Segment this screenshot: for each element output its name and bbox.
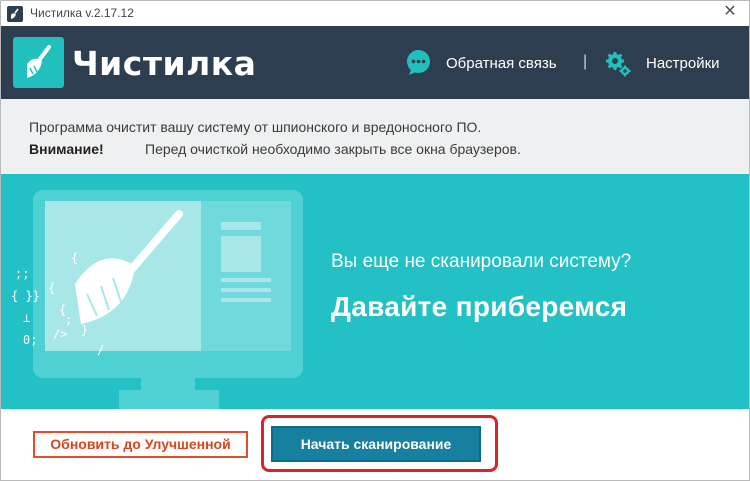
svg-text:/>: /> — [53, 327, 67, 341]
svg-text:;;: ;; — [15, 267, 29, 281]
hero-question: Вы еще не сканировали систему? — [331, 251, 632, 272]
app-window: Чистилка v.2.17.12 ✕ Чистилка Обратная с… — [0, 0, 750, 481]
settings-link[interactable]: Настройки — [646, 55, 720, 72]
svg-text:{: { — [71, 251, 78, 265]
svg-text:;: ; — [65, 313, 72, 327]
hero-call-to-action: Давайте приберемся — [331, 291, 628, 322]
monitor-broom-illustration: { }} { ⊥ { ; 0; /> } / ;; { — [11, 190, 303, 409]
chat-bubble-icon[interactable] — [405, 49, 432, 76]
notice-description: Программа очистит вашу систему от шпионс… — [29, 119, 482, 135]
header-bar: Чистилка Обратная связь | Настройки — [1, 26, 749, 99]
svg-text:}: } — [81, 323, 88, 337]
broom-app-icon — [7, 6, 23, 22]
svg-text:0;: 0; — [23, 333, 37, 347]
window-title: Чистилка v.2.17.12 — [30, 6, 134, 20]
notice-warning-label: Внимание! — [29, 141, 104, 157]
gears-icon[interactable] — [604, 50, 632, 78]
notice-panel: Программа очистит вашу систему от шпионс… — [1, 99, 749, 174]
logo-text: Чистилка — [72, 44, 257, 83]
svg-text:⊥: ⊥ — [23, 311, 30, 325]
hero-banner: { }} { ⊥ { ; 0; /> } / ;; { Вы еще не ск… — [1, 174, 749, 409]
title-bar: Чистилка v.2.17.12 ✕ — [1, 1, 749, 26]
close-icon[interactable]: ✕ — [721, 3, 739, 21]
upgrade-button[interactable]: Обновить до Улучшенной — [33, 431, 248, 458]
start-scan-button[interactable]: Начать сканирование — [271, 426, 481, 462]
nav-separator: | — [583, 53, 588, 70]
svg-text:/: / — [97, 343, 104, 357]
broom-logo-icon — [13, 37, 64, 88]
feedback-link[interactable]: Обратная связь — [446, 55, 557, 72]
svg-text:{: { — [48, 281, 55, 295]
notice-warning-text: Перед очисткой необходимо закрыть все ок… — [145, 141, 521, 157]
svg-text:{ }}: { }} — [11, 289, 40, 303]
